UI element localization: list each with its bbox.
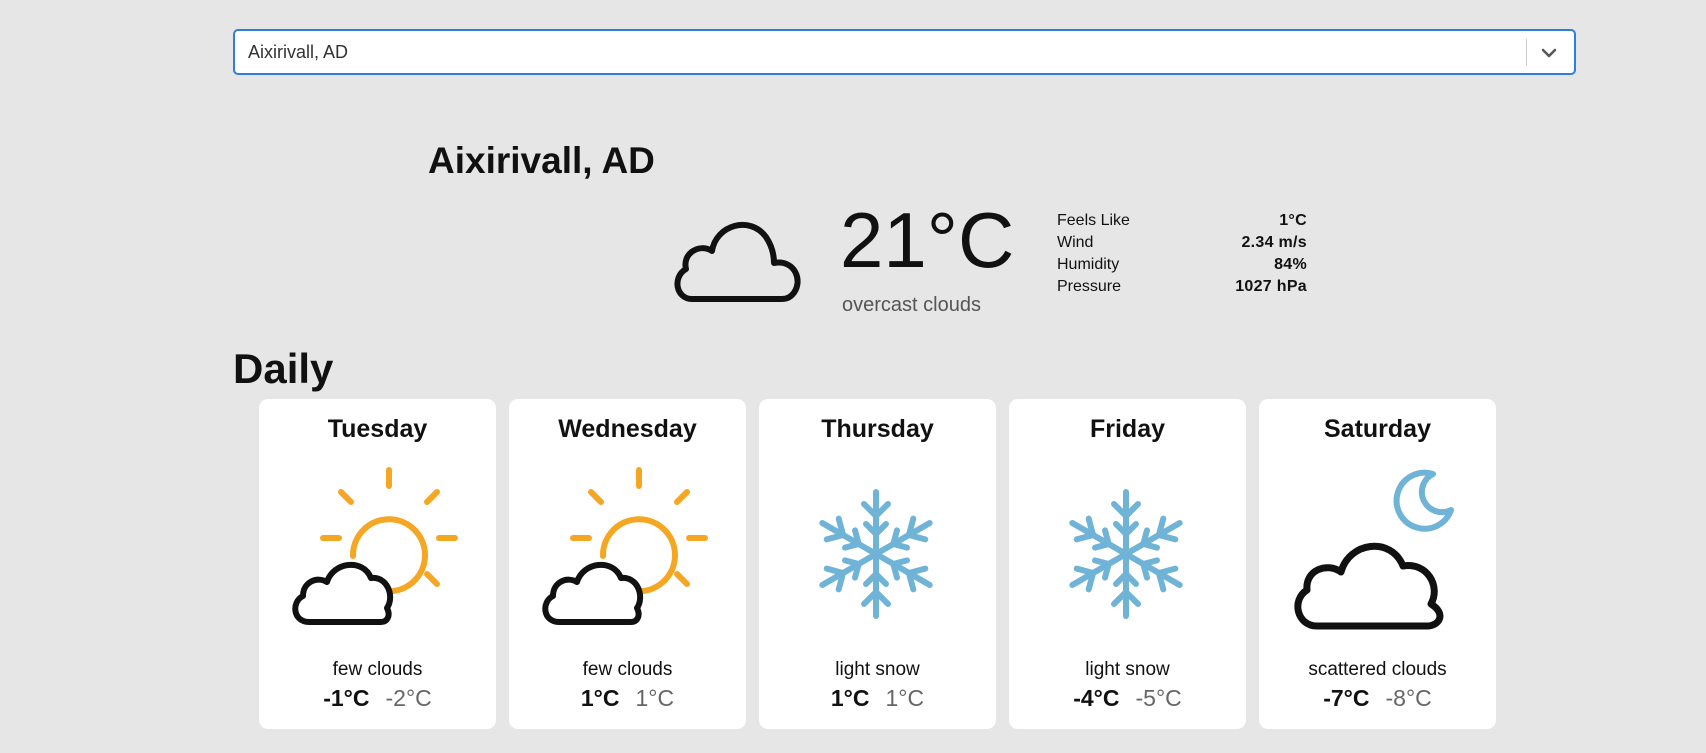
forecast-min-temp: -2°C	[385, 685, 432, 711]
forecast-min-temp: 1°C	[635, 685, 675, 711]
snowflake-icon	[1041, 466, 1211, 641]
forecast-max-temp: -4°C	[1073, 685, 1120, 711]
daily-title: Daily	[233, 345, 334, 392]
city-title: Aixirivall, AD	[428, 140, 655, 181]
forecast-max-temp: -1°C	[323, 685, 370, 711]
detail-value: 1°C	[1279, 212, 1307, 229]
forecast-card: Tuesday few clouds -1°C -2°C	[259, 399, 496, 729]
forecast-temperatures: -1°C -2°C	[259, 685, 496, 712]
forecast-min-temp: -8°C	[1385, 685, 1432, 711]
forecast-day: Friday	[1089, 415, 1166, 443]
forecast-day: Wednesday	[558, 415, 697, 443]
forecast-min-temp: 1°C	[885, 685, 925, 711]
detail-value: 1027 hPa	[1235, 278, 1307, 295]
forecast-card: Wednesday few clouds 1°C 1°C	[509, 399, 746, 729]
detail-humidity: Humidity 84%	[1057, 254, 1307, 276]
current-temperature: 21°C	[840, 196, 1015, 284]
select-divider	[1526, 39, 1527, 66]
forecast-day: Tuesday	[327, 415, 428, 443]
daily-forecast-list: Tuesday few clouds -1°C -2°C Wednesday f…	[259, 399, 1496, 729]
forecast-description: light snow	[1085, 659, 1170, 680]
detail-value: 2.34 m/s	[1241, 234, 1307, 251]
location-select[interactable]: Aixirivall, AD	[233, 29, 1576, 75]
forecast-temperatures: -4°C -5°C	[1009, 685, 1246, 712]
current-details: Feels Like 1°C Wind 2.34 m/s Humidity 84…	[1057, 210, 1307, 298]
forecast-temperatures: -7°C -8°C	[1259, 685, 1496, 712]
forecast-min-temp: -5°C	[1135, 685, 1182, 711]
forecast-temperatures: 1°C 1°C	[759, 685, 996, 712]
forecast-description: few clouds	[582, 659, 673, 680]
forecast-temperatures: 1°C 1°C	[509, 685, 746, 712]
moon-cloud-icon	[1291, 466, 1461, 641]
detail-wind: Wind 2.34 m/s	[1057, 232, 1307, 254]
forecast-description: scattered clouds	[1308, 659, 1447, 680]
detail-label: Feels Like	[1057, 212, 1130, 229]
forecast-card: Friday light snow -4°C -5°C	[1009, 399, 1246, 729]
sun-cloud-icon	[541, 466, 711, 641]
forecast-description: light snow	[835, 659, 920, 680]
forecast-max-temp: 1°C	[830, 685, 870, 711]
detail-feels-like: Feels Like 1°C	[1057, 210, 1307, 232]
forecast-card: Thursday light snow 1°C 1°C	[759, 399, 996, 729]
forecast-max-temp: -7°C	[1323, 685, 1370, 711]
chevron-down-icon[interactable]	[1532, 35, 1566, 71]
cloud-icon	[670, 203, 808, 311]
detail-label: Wind	[1057, 234, 1094, 251]
location-select-value[interactable]: Aixirivall, AD	[248, 42, 348, 63]
detail-value: 84%	[1274, 256, 1307, 273]
detail-label: Humidity	[1057, 256, 1120, 273]
snowflake-icon	[791, 466, 961, 641]
sun-cloud-icon	[291, 466, 461, 641]
forecast-day: Thursday	[821, 415, 934, 443]
detail-label: Pressure	[1057, 278, 1122, 295]
forecast-description: few clouds	[332, 659, 423, 680]
forecast-card: Saturday scattered clouds -7°C -8°C	[1259, 399, 1496, 729]
detail-pressure: Pressure 1027 hPa	[1057, 276, 1307, 298]
forecast-max-temp: 1°C	[580, 685, 620, 711]
forecast-day: Saturday	[1324, 415, 1431, 443]
current-description: overcast clouds	[842, 294, 981, 316]
